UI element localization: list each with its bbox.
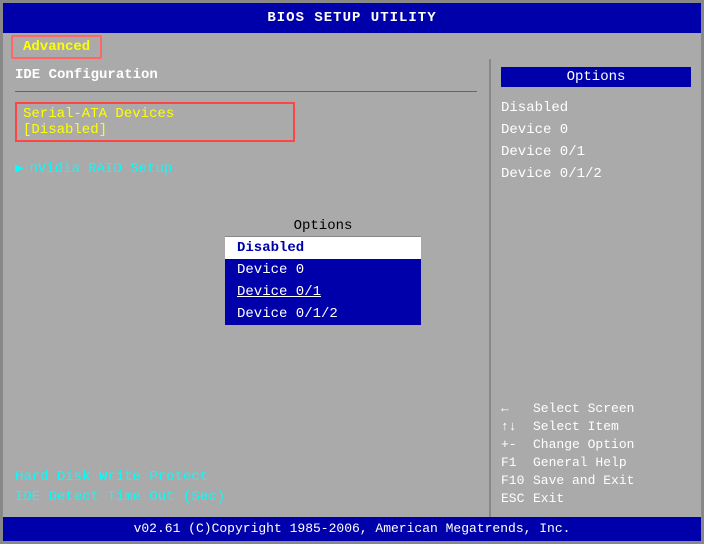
options-header: Options xyxy=(501,67,691,87)
right-panel: Options Disabled Device 0 Device 0/1 Dev… xyxy=(491,59,701,517)
option-0: Disabled xyxy=(501,100,691,116)
popup-overlay: Options Disabled Device 0 Device 0/1 Dev… xyxy=(223,214,423,327)
bottom-items: Hard Disk Write Protect IDE Detect Time … xyxy=(15,455,477,509)
help-key-0: ← xyxy=(501,401,529,416)
help-desc-3: General Help xyxy=(533,455,627,470)
help-row-0: ← Select Screen xyxy=(501,401,691,416)
tab-row: Advanced xyxy=(3,33,701,59)
help-key-5: ESC xyxy=(501,491,529,506)
help-section: ← Select Screen ↑↓ Select Item +- Change… xyxy=(501,390,691,509)
popup-box: Options Disabled Device 0 Device 0/1 Dev… xyxy=(223,214,423,327)
option-1: Device 0 xyxy=(501,122,691,138)
help-row-2: +- Change Option xyxy=(501,437,691,452)
option-2: Device 0/1 xyxy=(501,144,691,160)
footer-text: v02.61 (C)Copyright 1985-2006, American … xyxy=(134,521,571,536)
bottom-item-0[interactable]: Hard Disk Write Protect xyxy=(15,469,477,485)
popup-item-1[interactable]: Device 0 xyxy=(225,259,421,281)
menu-item-label: nVidia RAID Setup xyxy=(29,161,172,177)
help-key-2: +- xyxy=(501,437,529,452)
help-desc-2: Change Option xyxy=(533,437,634,452)
bios-title: BIOS SETUP UTILITY xyxy=(3,10,701,26)
help-desc-4: Save and Exit xyxy=(533,473,634,488)
help-key-4: F10 xyxy=(501,473,529,488)
help-desc-1: Select Item xyxy=(533,419,619,434)
help-desc-0: Select Screen xyxy=(533,401,634,416)
arrow-icon: ▶ xyxy=(15,160,23,177)
help-row-3: F1 General Help xyxy=(501,455,691,470)
bottom-item-1[interactable]: IDE Detect Time Out (Sec) xyxy=(15,489,477,505)
section-title: IDE Configuration xyxy=(15,67,477,83)
popup-item-2[interactable]: Device 0/1 xyxy=(225,281,421,303)
selected-item-value: [Disabled] xyxy=(23,122,107,138)
selected-item[interactable]: Serial-ATA Devices [Disabled] xyxy=(15,102,295,142)
option-3: Device 0/1/2 xyxy=(501,166,691,182)
footer-bar: v02.61 (C)Copyright 1985-2006, American … xyxy=(3,517,701,541)
help-desc-5: Exit xyxy=(533,491,564,506)
help-row-4: F10 Save and Exit xyxy=(501,473,691,488)
menu-item-nvidia[interactable]: ▶ nVidia RAID Setup xyxy=(15,160,477,177)
popup-header: Options xyxy=(225,216,421,237)
tab-advanced[interactable]: Advanced xyxy=(11,35,102,59)
divider xyxy=(15,91,477,92)
left-panel: IDE Configuration Serial-ATA Devices [Di… xyxy=(3,59,491,517)
top-bar: BIOS SETUP UTILITY xyxy=(3,3,701,33)
popup-item-0[interactable]: Disabled xyxy=(225,237,421,259)
help-key-3: F1 xyxy=(501,455,529,470)
help-key-1: ↑↓ xyxy=(501,419,529,434)
selected-item-label: Serial-ATA Devices xyxy=(23,106,174,122)
help-row-5: ESC Exit xyxy=(501,491,691,506)
popup-item-3[interactable]: Device 0/1/2 xyxy=(225,303,421,325)
main-area: IDE Configuration Serial-ATA Devices [Di… xyxy=(3,59,701,517)
help-row-1: ↑↓ Select Item xyxy=(501,419,691,434)
